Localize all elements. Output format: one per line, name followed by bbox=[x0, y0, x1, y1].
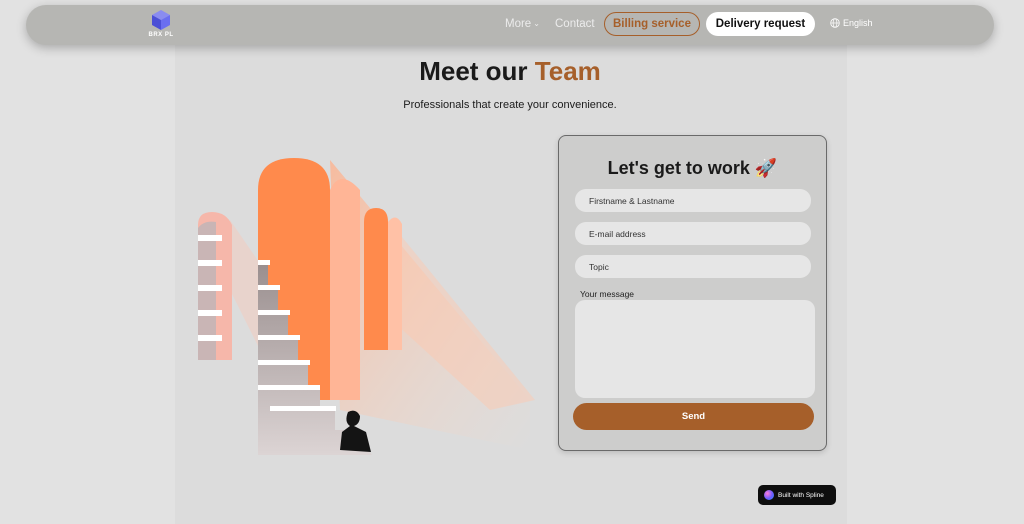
page-title: Meet our Team bbox=[0, 56, 1020, 87]
form-title: Let's get to work 🚀 bbox=[607, 158, 778, 178]
stairs-arch-illustration bbox=[190, 150, 550, 465]
page-title-main: Meet our bbox=[419, 56, 528, 86]
nav-contact[interactable]: Contact bbox=[555, 18, 595, 30]
brand-name: BRX PL bbox=[148, 32, 174, 38]
topic-input[interactable] bbox=[575, 255, 811, 278]
brand-logo[interactable]: BRX PL bbox=[146, 9, 176, 38]
send-button[interactable]: Send bbox=[573, 403, 814, 430]
language-selector[interactable]: English bbox=[830, 18, 873, 28]
nav-more-label: More bbox=[505, 18, 532, 30]
message-textarea[interactable] bbox=[575, 300, 815, 398]
built-with-spline-badge[interactable]: Built with Spline bbox=[758, 485, 836, 505]
chevron-down-icon: ⌄ bbox=[533, 19, 540, 28]
delivery-request-button[interactable]: Delivery request bbox=[706, 12, 815, 36]
message-label: Your message bbox=[580, 289, 635, 299]
name-input[interactable] bbox=[575, 189, 811, 212]
email-input[interactable] bbox=[575, 222, 811, 245]
page-subtitle: Professionals that create your convenien… bbox=[403, 99, 617, 111]
cube-logo-icon bbox=[152, 10, 170, 30]
page-title-accent: Team bbox=[534, 56, 601, 86]
spline-badge-label: Built with Spline bbox=[778, 491, 824, 499]
nav-more[interactable]: More ⌄ bbox=[505, 18, 540, 30]
language-label: English bbox=[843, 18, 873, 28]
contact-form-card: Let's get to work 🚀 Your message Send bbox=[558, 135, 827, 451]
navbar: BRX PL More ⌄ Contact Billing service Del… bbox=[26, 5, 994, 45]
globe-icon bbox=[830, 18, 840, 28]
spline-logo-icon bbox=[764, 490, 774, 500]
billing-service-button[interactable]: Billing service bbox=[604, 12, 700, 36]
